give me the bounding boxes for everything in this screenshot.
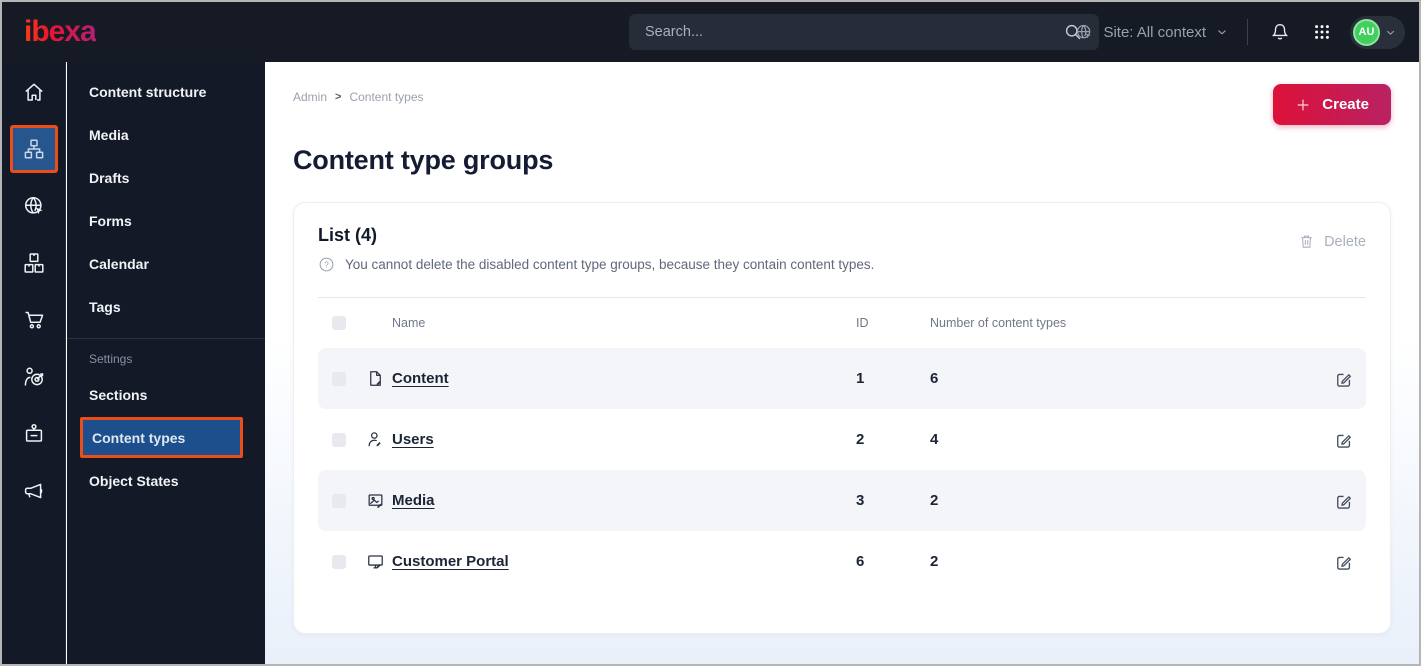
icon-rail: [2, 62, 66, 664]
group-link-customer-portal[interactable]: Customer Portal: [392, 553, 509, 570]
user-icon: [358, 430, 392, 449]
sidebar-divider: [67, 338, 265, 339]
nav-site-globe-icon[interactable]: [10, 182, 58, 230]
delete-button-label: Delete: [1324, 233, 1366, 250]
sidebar-item-drafts[interactable]: Drafts: [67, 156, 265, 199]
create-button[interactable]: Create: [1273, 84, 1391, 125]
nav-personalization-icon[interactable]: [10, 353, 58, 401]
topbar-actions: Site: All context AU: [1074, 2, 1405, 62]
trash-icon: [1298, 233, 1315, 250]
global-search: [629, 14, 1099, 50]
list-info-text: You cannot delete the disabled content t…: [345, 257, 875, 272]
list-title: List (4): [318, 225, 378, 245]
edit-button[interactable]: [1334, 491, 1354, 511]
topbar: ibexa Site: All context: [2, 2, 1419, 62]
svg-text:?: ?: [324, 260, 329, 269]
nav-content-sitemap-icon[interactable]: [9, 125, 58, 173]
group-count: 6: [930, 370, 939, 387]
site-context-selector[interactable]: Site: All context: [1074, 22, 1229, 42]
column-header-name: Name: [392, 316, 426, 330]
row-checkbox[interactable]: [332, 371, 346, 386]
row-checkbox[interactable]: [332, 554, 346, 569]
search-input[interactable]: [645, 24, 1059, 40]
sidebar-item-tags[interactable]: Tags: [67, 285, 265, 328]
app-window: ibexa Site: All context: [0, 0, 1421, 666]
group-link-users[interactable]: Users: [392, 431, 434, 448]
select-all-checkbox[interactable]: [332, 316, 346, 330]
notifications-bell-icon[interactable]: [1266, 18, 1294, 46]
breadcrumb-admin[interactable]: Admin: [293, 90, 327, 104]
nav-product-catalog-icon[interactable]: [10, 239, 58, 287]
nav-corporate-badge-icon[interactable]: [10, 410, 58, 458]
plus-icon: [1295, 97, 1311, 113]
sidebar-item-sections[interactable]: Sections: [67, 373, 265, 416]
sidebar-item-object-states[interactable]: Object States: [67, 459, 265, 502]
ibexa-logo: ibexa: [18, 17, 97, 47]
column-header-count: Number of content types: [930, 316, 1067, 330]
group-count: 2: [930, 492, 939, 509]
create-button-label: Create: [1322, 96, 1369, 113]
nav-home-icon[interactable]: [10, 68, 58, 116]
sidebar-item-content-structure[interactable]: Content structure: [67, 70, 265, 113]
sidebar-item-forms[interactable]: Forms: [67, 199, 265, 242]
main-content: Admin > Content types Create Content typ…: [265, 62, 1419, 664]
table-row: Customer Portal 6 2: [318, 531, 1366, 592]
group-count: 4: [930, 431, 939, 448]
chevron-down-icon: [1215, 25, 1229, 39]
user-menu[interactable]: AU: [1350, 15, 1405, 49]
chevron-down-icon: [1384, 26, 1397, 39]
apps-grid-icon[interactable]: [1308, 18, 1336, 46]
sidebar-settings-label: Settings: [89, 352, 133, 366]
group-link-media[interactable]: Media: [392, 492, 435, 509]
globe-icon: [1074, 22, 1094, 42]
breadcrumb-separator: >: [335, 91, 342, 103]
group-link-content[interactable]: Content: [392, 370, 449, 387]
delete-button[interactable]: Delete: [1298, 233, 1366, 250]
group-id: 1: [856, 370, 865, 387]
table-row: Content 1 6: [318, 348, 1366, 409]
topbar-divider: [1247, 19, 1248, 45]
nav-campaign-megaphone-icon[interactable]: [10, 467, 58, 515]
group-id: 6: [856, 553, 865, 570]
sidebar-item-calendar[interactable]: Calendar: [67, 242, 265, 285]
edit-button[interactable]: [1334, 552, 1354, 572]
table-row: Media 3 2: [318, 470, 1366, 531]
monitor-icon: [358, 552, 392, 571]
edit-button[interactable]: [1334, 430, 1354, 450]
row-checkbox[interactable]: [332, 432, 346, 447]
help-icon: ?: [318, 256, 335, 273]
group-id: 3: [856, 492, 865, 509]
sidebar-item-content-types[interactable]: Content types: [80, 417, 243, 458]
edit-button[interactable]: [1334, 369, 1354, 389]
breadcrumb-content-types[interactable]: Content types: [349, 90, 423, 104]
table-row: Users 2 4: [318, 409, 1366, 470]
page-title: Content type groups: [293, 145, 554, 175]
site-context-label: Site: All context: [1103, 23, 1206, 41]
group-id: 2: [856, 431, 865, 448]
content-type-groups-card: List (4) ? You cannot delete the disable…: [293, 202, 1391, 634]
column-header-id: ID: [856, 316, 869, 330]
table-header: Name ID Number of content types: [318, 298, 1366, 348]
group-count: 2: [930, 553, 939, 570]
row-checkbox[interactable]: [332, 493, 346, 508]
sidebar-item-media[interactable]: Media: [67, 113, 265, 156]
content-file-icon: [358, 369, 392, 388]
sidebar-menu: Content structure Media Drafts Forms Cal…: [67, 62, 265, 664]
avatar: AU: [1353, 18, 1380, 46]
nav-commerce-cart-icon[interactable]: [10, 296, 58, 344]
image-icon: [358, 491, 392, 510]
breadcrumb: Admin > Content types: [293, 90, 424, 104]
